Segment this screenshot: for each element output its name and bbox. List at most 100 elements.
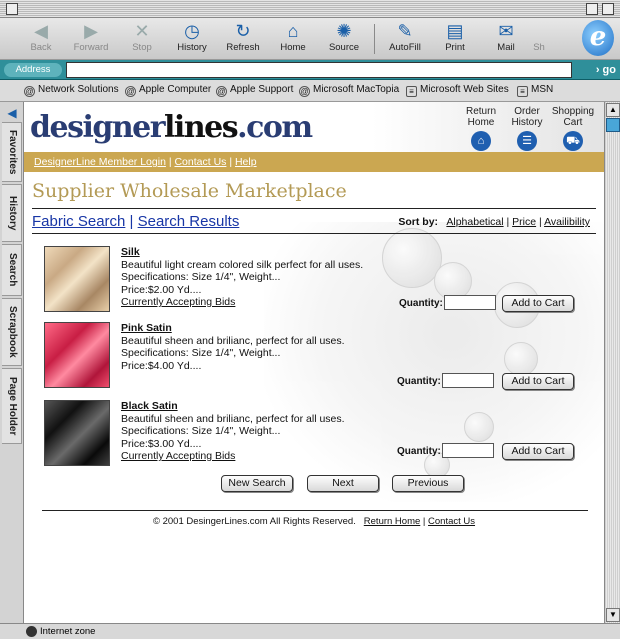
home-icon: ⌂ bbox=[471, 131, 491, 151]
sort-availability-link[interactable]: Availibility bbox=[544, 216, 590, 228]
nav-shopping-cart[interactable]: Shopping Cart ⛟ bbox=[548, 106, 598, 151]
quantity-label: Quantity: bbox=[397, 376, 441, 387]
status-bar: Internet zone bbox=[0, 623, 620, 639]
product-specifications: Specifications: Size 1/4", Weight... bbox=[121, 271, 281, 283]
scroll-thumb[interactable] bbox=[606, 118, 620, 132]
close-box[interactable] bbox=[6, 3, 18, 15]
window-titlebar[interactable] bbox=[0, 0, 620, 18]
copyright-text: © 2001 DesingerLines.com All Rights Rese… bbox=[152, 516, 356, 527]
clock-icon: ◷ bbox=[184, 21, 200, 41]
previous-button[interactable]: Previous bbox=[392, 475, 464, 492]
contact-us-link[interactable]: Contact Us bbox=[174, 156, 226, 168]
print-button[interactable]: ▤ Print bbox=[430, 20, 480, 58]
quantity-input[interactable] bbox=[442, 443, 494, 458]
accepting-bids-link[interactable]: Currently Accepting Bids bbox=[121, 450, 235, 462]
fabric-swatch-image[interactable] bbox=[44, 400, 110, 466]
sort-label: Sort by: bbox=[398, 216, 439, 228]
sort-controls: Sort by: Alphabetical | Price | Availibi… bbox=[398, 216, 590, 228]
globe-icon: @ bbox=[125, 86, 136, 97]
nav-order-history[interactable]: Order History ☰ bbox=[502, 106, 552, 151]
nav-return-home[interactable]: Return Home ⌂ bbox=[456, 106, 506, 151]
member-login-link[interactable]: DesignerLine Member Login bbox=[34, 156, 166, 168]
cart-icon: ⛟ bbox=[563, 131, 583, 151]
back-arrow-icon: ◀ bbox=[34, 21, 48, 41]
favorite-folder[interactable]: ≡ MSN bbox=[517, 84, 553, 97]
vertical-scrollbar[interactable]: ▲ ▼ bbox=[604, 102, 620, 623]
fabric-swatch-image[interactable] bbox=[44, 322, 110, 388]
folder-icon: ≡ bbox=[406, 86, 417, 97]
globe-icon: @ bbox=[24, 86, 35, 97]
address-label: Address bbox=[4, 63, 62, 77]
globe-icon: @ bbox=[299, 86, 310, 97]
divider bbox=[32, 233, 596, 234]
source-button[interactable]: ✺ Source bbox=[319, 20, 369, 58]
favorite-link[interactable]: @ Apple Computer bbox=[125, 84, 211, 97]
go-button[interactable]: › go bbox=[576, 62, 616, 78]
quantity-input[interactable] bbox=[442, 373, 494, 388]
footer-contact-link[interactable]: Contact Us bbox=[428, 516, 475, 527]
product-specifications: Specifications: Size 1/4", Weight... bbox=[121, 425, 281, 437]
tab-favorites[interactable]: Favorites bbox=[2, 122, 22, 182]
site-logo[interactable]: designerlines.com bbox=[30, 110, 313, 145]
sort-alphabetical-link[interactable]: Alphabetical bbox=[446, 216, 503, 228]
page-title: Supplier Wholesale Marketplace bbox=[32, 180, 347, 202]
product-name-link[interactable]: Silk bbox=[121, 246, 363, 259]
new-search-button[interactable]: New Search bbox=[221, 475, 293, 492]
favorite-folder[interactable]: ≡ Microsoft Web Sites bbox=[406, 84, 509, 97]
favorite-link[interactable]: @ Microsoft MacTopia bbox=[299, 84, 399, 97]
add-to-cart-button[interactable]: Add to Cart bbox=[502, 443, 574, 460]
help-link[interactable]: Help bbox=[235, 156, 257, 168]
tab-page-holder[interactable]: Page Holder bbox=[2, 368, 22, 444]
internet-zone-icon bbox=[26, 626, 37, 637]
forward-button[interactable]: ▶ Forward bbox=[66, 20, 116, 58]
product-row: Silk Beautiful light cream colored silk … bbox=[44, 246, 594, 318]
back-button[interactable]: ◀ Back bbox=[16, 20, 66, 58]
product-description: Beautiful sheen and brilianc, perfect fo… bbox=[121, 412, 345, 425]
internet-explorer-logo-icon: e bbox=[582, 20, 614, 56]
footer-return-home-link[interactable]: Return Home bbox=[364, 516, 421, 527]
home-button[interactable]: ⌂ Home bbox=[268, 20, 318, 58]
next-button[interactable]: Next bbox=[307, 475, 379, 492]
collapse-box[interactable] bbox=[602, 3, 614, 15]
product-name-link[interactable]: Black Satin bbox=[121, 400, 345, 413]
fabric-swatch-image[interactable] bbox=[44, 246, 110, 312]
tab-search[interactable]: Search bbox=[2, 244, 22, 296]
history-button[interactable]: ◷ History bbox=[167, 20, 217, 58]
product-specifications: Specifications: Size 1/4", Weight... bbox=[121, 347, 281, 359]
home-icon: ⌂ bbox=[287, 21, 299, 41]
tab-history[interactable]: History bbox=[2, 184, 22, 242]
accepting-bids-link[interactable]: Currently Accepting Bids bbox=[121, 296, 235, 308]
add-to-cart-button[interactable]: Add to Cart bbox=[502, 295, 574, 312]
favorites-bar: @ Network Solutions @ Apple Computer @ Appl… bbox=[0, 80, 620, 102]
browser-toolbar: ◀ Back ▶ Forward ✕ Stop ◷ History ↻ Refresh ⌂… bbox=[0, 18, 620, 60]
scroll-down-arrow-icon[interactable]: ▼ bbox=[606, 608, 620, 622]
add-to-cart-button[interactable]: Add to Cart bbox=[502, 373, 574, 390]
product-row: Pink Satin Beautiful sheen and brilianc,… bbox=[44, 322, 594, 394]
share-button[interactable]: Sh bbox=[519, 20, 559, 58]
product-name-link[interactable]: Pink Satin bbox=[121, 322, 345, 335]
stop-icon: ✕ bbox=[134, 21, 150, 41]
member-bar: DesignerLine Member Login | Contact Us |… bbox=[24, 152, 604, 172]
address-input[interactable] bbox=[66, 62, 572, 78]
search-results-link[interactable]: Search Results bbox=[138, 213, 240, 230]
member-links: DesignerLine Member Login | Contact Us |… bbox=[34, 156, 257, 168]
scroll-up-arrow-icon[interactable]: ▲ bbox=[606, 103, 620, 117]
favorite-link[interactable]: @ Apple Support bbox=[216, 84, 293, 97]
favorite-link[interactable]: @ Network Solutions bbox=[24, 84, 119, 97]
refresh-button[interactable]: ↻ Refresh bbox=[218, 20, 268, 58]
fabric-search-link[interactable]: Fabric Search bbox=[32, 213, 125, 230]
printer-icon: ▤ bbox=[446, 21, 464, 41]
quantity-input[interactable] bbox=[444, 295, 496, 310]
zoom-box[interactable] bbox=[586, 3, 598, 15]
product-description: Beautiful sheen and brilianc, perfect fo… bbox=[121, 334, 345, 347]
stop-button[interactable]: ✕ Stop bbox=[117, 20, 167, 58]
sidebar-toggle-icon[interactable]: ◀ bbox=[3, 106, 21, 120]
tab-scrapbook[interactable]: Scrapbook bbox=[2, 298, 22, 366]
product-info: Pink Satin Beautiful sheen and brilianc,… bbox=[121, 322, 345, 372]
site-footer: © 2001 DesingerLines.com All Rights Rese… bbox=[152, 516, 476, 527]
product-price: Price:$4.00 Yd.... bbox=[121, 359, 202, 372]
source-icon: ✺ bbox=[336, 21, 352, 41]
autofill-button[interactable]: ✎ AutoFill bbox=[380, 20, 430, 58]
sort-price-link[interactable]: Price bbox=[512, 216, 536, 228]
product-info: Silk Beautiful light cream colored silk … bbox=[121, 246, 363, 309]
